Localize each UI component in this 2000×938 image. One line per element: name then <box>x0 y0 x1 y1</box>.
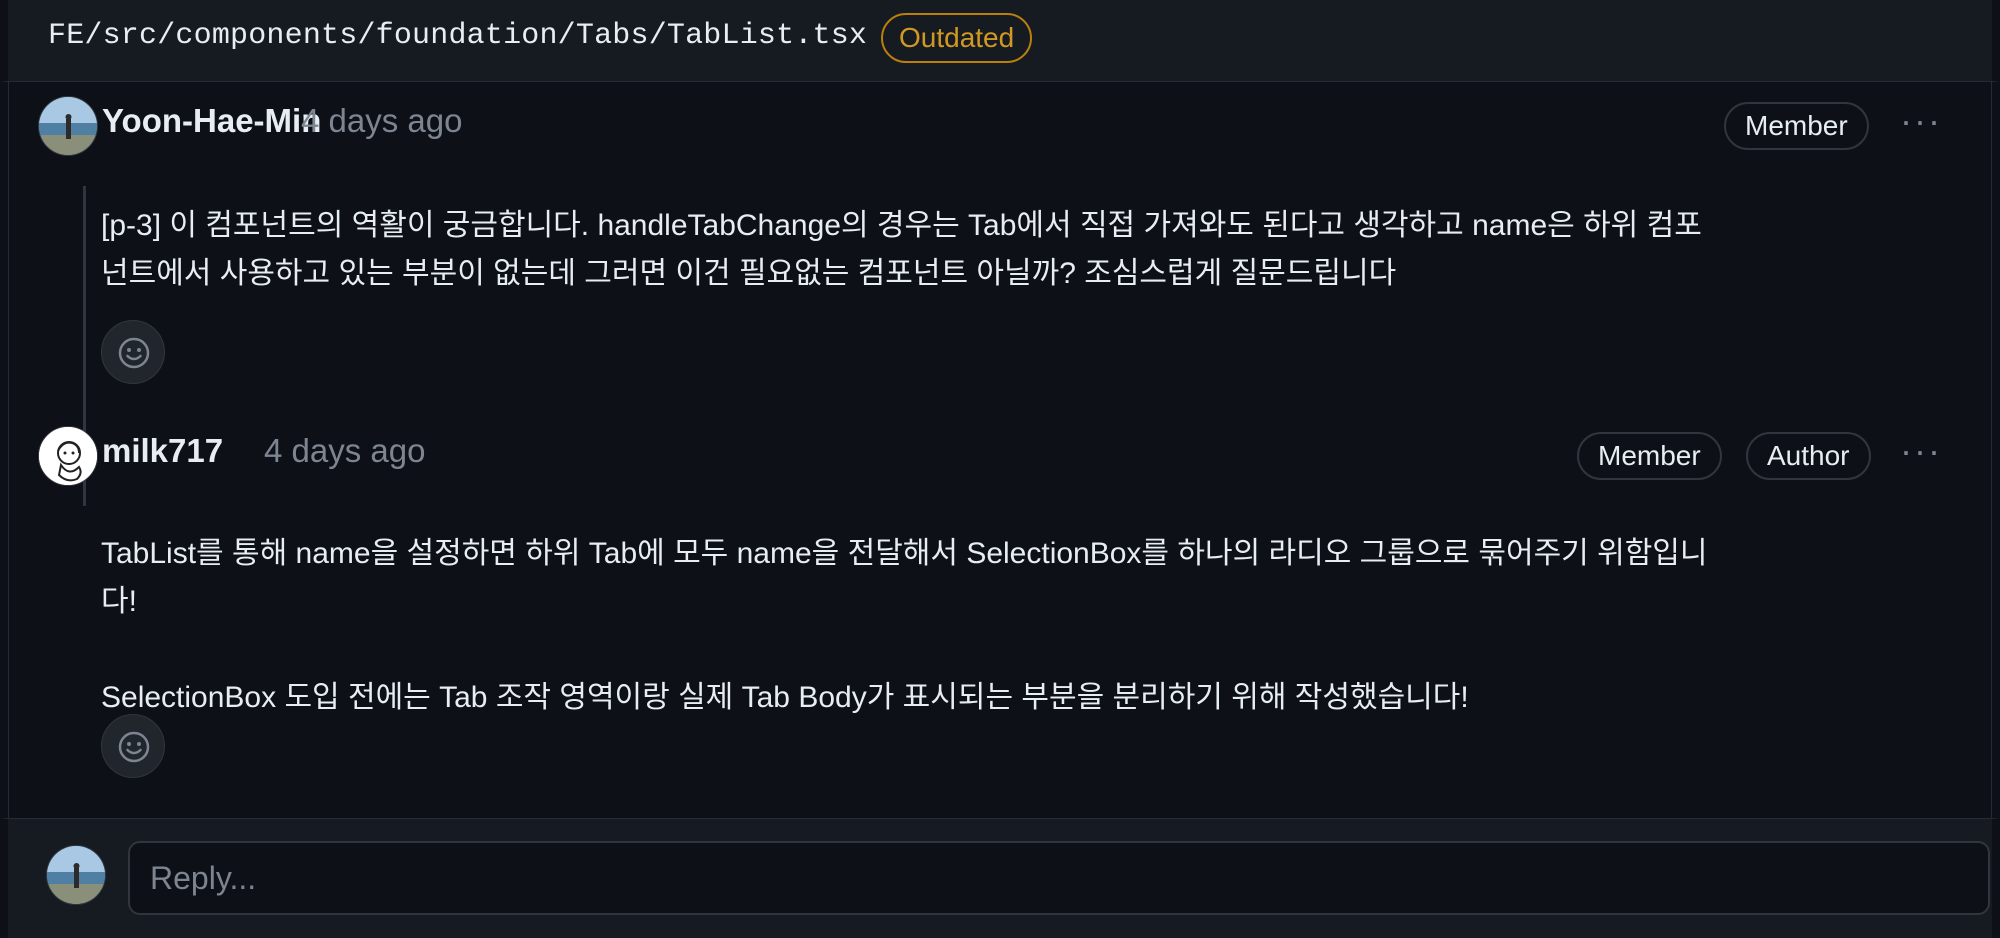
comment-list: Yoon-Hae-Min 4 days ago Member ··· [p-3]… <box>8 82 1992 818</box>
add-reaction-button[interactable] <box>101 714 165 778</box>
author-badge: Author <box>1746 432 1871 480</box>
avatar-photo-icon <box>39 97 97 155</box>
avatar-photo-icon <box>47 846 105 904</box>
smiley-icon <box>118 731 150 763</box>
smiley-icon <box>118 337 150 369</box>
member-badge: Member <box>1577 432 1722 480</box>
member-badge: Member <box>1724 102 1869 150</box>
reply-input[interactable] <box>128 841 1990 915</box>
outdated-badge: Outdated <box>881 13 1033 63</box>
avatar-drawing-icon <box>39 427 97 485</box>
more-options-icon[interactable]: ··· <box>1897 103 1945 142</box>
file-header: FE/src/components/foundation/Tabs/TabLis… <box>0 0 2000 82</box>
comment-body: [p-3] 이 컴포넌트의 역활이 궁금합니다. handleTabChange… <box>101 209 1702 290</box>
avatar[interactable] <box>38 96 98 156</box>
comment-author[interactable]: milk717 <box>102 432 223 470</box>
comment-timestamp[interactable]: 4 days ago <box>301 102 462 140</box>
comment-author[interactable]: Yoon-Hae-Min <box>102 102 321 140</box>
comment-body: TabList를 통해 name을 설정하면 하위 Tab에 모두 name을 … <box>101 537 1708 714</box>
review-thread: FE/src/components/foundation/Tabs/TabLis… <box>0 0 2000 938</box>
more-options-icon[interactable]: ··· <box>1897 433 1945 472</box>
reply-bar <box>0 818 2000 938</box>
avatar[interactable] <box>38 426 98 486</box>
current-user-avatar[interactable] <box>46 845 106 905</box>
add-reaction-button[interactable] <box>101 320 165 384</box>
file-path-link[interactable]: FE/src/components/foundation/Tabs/TabLis… <box>48 19 867 53</box>
comment-timestamp[interactable]: 4 days ago <box>264 432 425 470</box>
